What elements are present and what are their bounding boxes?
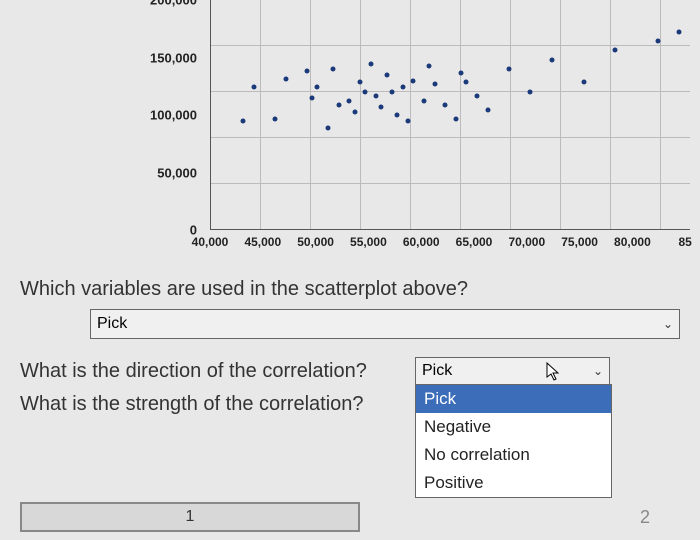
scatter-point xyxy=(677,30,682,35)
scatter-point xyxy=(613,48,618,53)
question-1-text: Which variables are used in the scatterp… xyxy=(20,278,680,301)
scatter-point xyxy=(272,117,277,122)
progress-step-1[interactable]: 1 xyxy=(20,502,360,532)
select-value: Pick xyxy=(97,315,127,333)
dropdown-option-no-correlation[interactable]: No correlation xyxy=(416,441,611,469)
plot-area xyxy=(210,0,690,230)
scatter-point xyxy=(363,89,368,94)
scatter-point xyxy=(507,66,512,71)
scatter-point xyxy=(656,39,661,44)
y-tick: 50,000 xyxy=(157,165,197,180)
scatter-point xyxy=(347,98,352,103)
scatter-point xyxy=(421,98,426,103)
y-tick: 200,000 xyxy=(150,0,197,8)
scatter-point xyxy=(373,94,378,99)
scatter-point xyxy=(400,85,405,90)
x-tick: 55,000 xyxy=(350,235,387,249)
dropdown-option-positive[interactable]: Positive xyxy=(416,469,611,497)
scatter-point xyxy=(475,94,480,99)
x-tick: 75,000 xyxy=(561,235,598,249)
scatter-point xyxy=(427,63,432,68)
scatter-point xyxy=(432,82,437,87)
question-1-select[interactable]: Pick ⌄ xyxy=(90,309,680,339)
scatter-point xyxy=(352,109,357,114)
dropdown-option-negative[interactable]: Negative xyxy=(416,413,611,441)
cursor-icon xyxy=(546,362,560,382)
scatter-point xyxy=(389,89,394,94)
question-3-text: What is the strength of the correlation? xyxy=(20,393,415,416)
scatter-point xyxy=(443,103,448,108)
x-tick: 80,000 xyxy=(614,235,651,249)
y-tick: 100,000 xyxy=(150,108,197,123)
scatter-point xyxy=(581,80,586,85)
x-tick: 40,000 xyxy=(192,235,229,249)
scatter-point xyxy=(384,73,389,78)
dropdown-menu: Pick Negative No correlation Positive xyxy=(415,384,612,498)
scatter-point xyxy=(336,103,341,108)
scatter-point xyxy=(358,80,363,85)
x-tick: 70,000 xyxy=(508,235,545,249)
scatter-point xyxy=(379,105,384,110)
scatter-point xyxy=(453,117,458,122)
scatter-point xyxy=(326,126,331,131)
question-2-select[interactable]: Pick ⌄ Pick Negative No correlation Posi… xyxy=(415,357,610,385)
scatter-point xyxy=(411,78,416,83)
scatter-chart: 200,000 150,000 100,000 50,000 0 40,000 … xyxy=(150,0,690,270)
x-tick: 45,000 xyxy=(244,235,281,249)
questions-section: Which variables are used in the scatterp… xyxy=(0,270,700,416)
progress-step-2[interactable]: 2 xyxy=(640,507,650,528)
scatter-point xyxy=(549,57,554,62)
dropdown-option-pick[interactable]: Pick xyxy=(416,385,611,413)
select-value: Pick xyxy=(422,362,452,380)
scatter-point xyxy=(459,71,464,76)
scatter-point xyxy=(310,96,315,101)
scatter-point xyxy=(304,69,309,74)
scatter-point xyxy=(485,107,490,112)
x-tick: 65,000 xyxy=(456,235,493,249)
chevron-down-icon: ⌄ xyxy=(593,364,603,378)
progress-row: 1 2 xyxy=(20,502,680,532)
x-tick: 85 xyxy=(679,235,692,249)
x-axis: 40,000 45,000 50,000 55,000 60,000 65,00… xyxy=(210,235,690,255)
y-tick: 150,000 xyxy=(150,50,197,65)
chevron-down-icon: ⌄ xyxy=(663,317,673,331)
x-tick: 50,000 xyxy=(297,235,334,249)
scatter-point xyxy=(405,118,410,123)
scatter-point xyxy=(251,85,256,90)
progress-label: 1 xyxy=(186,508,195,526)
scatter-point xyxy=(368,62,373,67)
scatter-point xyxy=(315,85,320,90)
scatter-point xyxy=(240,118,245,123)
scatter-point xyxy=(331,66,336,71)
scatter-point xyxy=(464,80,469,85)
scatter-point xyxy=(283,76,288,81)
x-tick: 60,000 xyxy=(403,235,440,249)
question-2-text: What is the direction of the correlation… xyxy=(20,360,415,383)
scatter-point xyxy=(528,89,533,94)
y-axis: 200,000 150,000 100,000 50,000 0 xyxy=(145,0,205,230)
scatter-point xyxy=(395,112,400,117)
